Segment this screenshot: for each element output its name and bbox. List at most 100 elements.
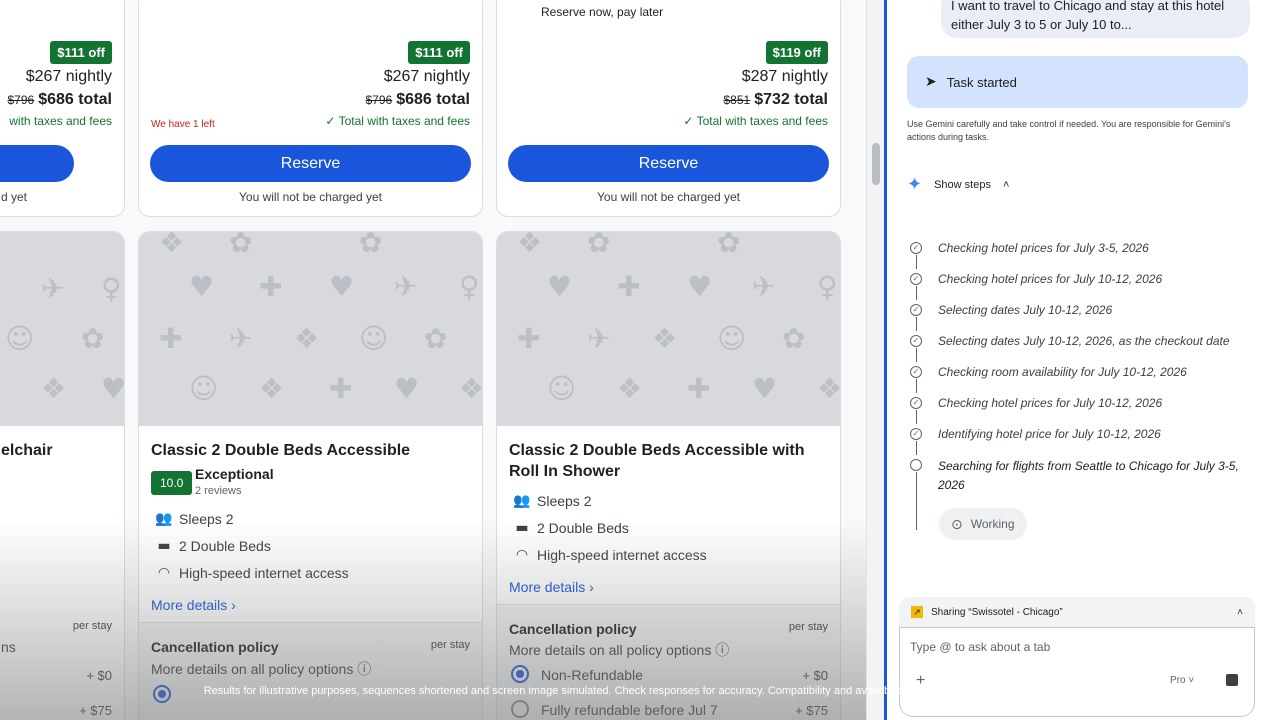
pin-icon: ♀ bbox=[101, 272, 122, 305]
old-total: $851 bbox=[723, 93, 751, 107]
option-price: + $75 bbox=[795, 703, 828, 718]
per-stay-label: per stay bbox=[788, 621, 828, 633]
option-price: + $75 bbox=[79, 703, 112, 718]
scrollbar-thumb[interactable] bbox=[872, 143, 880, 185]
cancellation-policy-section: Cancellation policy per stay More detail… bbox=[497, 604, 840, 720]
step-item: ✓ Checking room availability for July 10-… bbox=[907, 362, 1257, 393]
amenity-beds: ▬ 2 Double Beds bbox=[513, 520, 628, 536]
nightly-price: $267 nightly bbox=[25, 68, 112, 85]
total-price: $851 $732 total bbox=[723, 91, 828, 109]
chevron-up-icon[interactable]: ˄ bbox=[1237, 607, 1243, 618]
chevron-right-icon: › bbox=[231, 597, 236, 613]
disclaimer-note: Use Gemini carefully and take control if… bbox=[907, 119, 1231, 142]
rating-badge: 10.0 bbox=[151, 471, 193, 495]
info-icon: ⓘ bbox=[357, 661, 372, 677]
per-stay-label: per stay bbox=[72, 620, 112, 632]
rate-card-0: $111 off $267 nightly $796 $686 total wit… bbox=[0, 0, 125, 217]
task-status-card: ➤ Task started bbox=[907, 56, 1248, 108]
review-count: 2 reviews bbox=[195, 485, 242, 497]
more-details-link[interactable]: More details › bbox=[151, 597, 236, 613]
per-stay-label: per stay bbox=[430, 639, 470, 651]
total-price: $796 $686 total bbox=[365, 91, 470, 109]
show-steps-toggle[interactable]: ✦ Show steps ˄ bbox=[907, 174, 1009, 195]
check-icon: ✓ bbox=[910, 335, 922, 347]
not-charged-note: You will not be charged yet bbox=[239, 190, 382, 204]
heart-icon: ♥ bbox=[394, 372, 420, 405]
game-icon: ✚ bbox=[159, 322, 183, 355]
flower-icon: ✿ bbox=[359, 232, 383, 259]
grid-icon: ❖ bbox=[817, 372, 840, 405]
rating-label: Exceptional bbox=[195, 466, 274, 482]
policy-more-link[interactable]: More details on all policy options ⓘ bbox=[509, 640, 729, 660]
option-price: + $0 bbox=[86, 668, 112, 683]
smile-icon: ☺ bbox=[5, 322, 35, 355]
more-details-link[interactable]: More details › bbox=[509, 579, 594, 595]
room-card-2[interactable]: ❖ ✿ ✿ ♥ ✚ ♥ ✈ ♀ ✚ ✈ ❖ ☺ ✿ ☺ ❖ ✚ ♥ ❖ Clas… bbox=[496, 231, 841, 720]
option-label: Fully refundable before Jul 7 bbox=[541, 702, 718, 718]
room-title: Classic 2 Double Beds Accessible with Ro… bbox=[509, 442, 805, 480]
discount-badge: $111 off bbox=[50, 41, 112, 64]
prompt-input[interactable]: Type @ to ask about a tab + Pro ˅ bbox=[899, 627, 1255, 717]
cancellation-label: Cancellation policy bbox=[509, 621, 637, 637]
page-scrollbar[interactable] bbox=[866, 0, 886, 720]
game-icon: ❖ bbox=[294, 322, 320, 355]
gift-icon: ❖ bbox=[41, 372, 67, 405]
flower-icon: ✿ bbox=[717, 232, 741, 259]
reserve-button[interactable]: Reserve bbox=[508, 145, 829, 182]
room-image-placeholder: ❖ ✿ ✿ ♥ ✚ ♥ ✈ ♀ ✚ ✈ ❖ ☺ ✿ ☺ ❖ ✚ ♥ ❖ bbox=[497, 232, 840, 426]
room-card-0[interactable]: ✈ ♀ ☺ ✿ ❖ ♥ elchair per stay ns + $0 + $… bbox=[0, 231, 125, 720]
check-icon: ✓ bbox=[910, 273, 922, 285]
old-total: $796 bbox=[7, 93, 35, 107]
sharing-bar[interactable]: ↗ Sharing “Swissotel - Chicago” ˄ bbox=[899, 597, 1255, 627]
flower-icon: ✿ bbox=[81, 322, 105, 355]
flower-icon: ✿ bbox=[424, 322, 448, 355]
new-total: $686 total bbox=[396, 91, 470, 108]
reserve-button[interactable]: Reserve bbox=[150, 145, 471, 182]
cancellation-policy-section: Cancellation policy per stay More detail… bbox=[139, 622, 482, 720]
game-icon: ✚ bbox=[517, 322, 541, 355]
room-card-1[interactable]: ❖ ✿ ✿ ♥ ✚ ♥ ✈ ♀ ✚ ✈ ❖ ☺ ✿ ☺ ❖ ✚ ♥ ❖ Clas… bbox=[138, 231, 483, 720]
taxes-note: ✓ Total with taxes and fees bbox=[325, 114, 470, 128]
room-title: Classic 2 Double Beds Accessible bbox=[151, 442, 411, 459]
task-status-text: Task started bbox=[946, 74, 1017, 90]
check-icon: ✓ bbox=[910, 428, 922, 440]
heart-icon: ♥ bbox=[547, 270, 573, 303]
gift-icon: ✚ bbox=[687, 372, 711, 405]
option-radio-selected[interactable] bbox=[511, 665, 529, 683]
smile-icon: ☺ bbox=[359, 322, 389, 355]
check-icon: ✓ bbox=[910, 366, 922, 378]
discount-badge: $111 off bbox=[408, 41, 470, 64]
room-image-placeholder: ❖ ✿ ✿ ♥ ✚ ♥ ✈ ♀ ✚ ✈ ❖ ☺ ✿ ☺ ❖ ✚ ♥ ❖ bbox=[139, 232, 482, 426]
input-placeholder: Type @ to ask about a tab bbox=[910, 640, 1051, 654]
pin-icon: ♀ bbox=[459, 270, 480, 303]
amenity-sleeps: 👥 Sleeps 2 bbox=[155, 511, 234, 527]
smile-icon: ☺ bbox=[547, 372, 577, 405]
smile-icon: ☺ bbox=[717, 322, 747, 355]
plane-icon: ✈ bbox=[41, 272, 65, 305]
pending-circle-icon bbox=[910, 459, 922, 471]
chevron-right-icon: › bbox=[589, 579, 594, 595]
option-radio[interactable] bbox=[511, 700, 529, 718]
wifi-icon: ◠ bbox=[157, 565, 171, 581]
policy-more-link[interactable]: ns bbox=[1, 639, 16, 655]
taxes-note: ✓ Total with taxes and fees bbox=[683, 114, 828, 128]
new-total: $686 total bbox=[38, 91, 112, 108]
footer-disclaimer: Results for illustrative purposes, seque… bbox=[203, 685, 1077, 697]
option-label: Non-Refundable bbox=[541, 667, 643, 683]
plane-icon: ✈ bbox=[587, 322, 611, 355]
working-indicator: ⊙ Working bbox=[939, 508, 1027, 540]
gemini-sparkle-icon: ✦ bbox=[907, 174, 923, 195]
wifi-icon: ◠ bbox=[515, 547, 529, 563]
reserve-button[interactable] bbox=[0, 145, 74, 182]
plane-icon: ✈ bbox=[752, 270, 776, 303]
bed-icon: ▬ bbox=[515, 520, 529, 536]
task-steps-list: ✓ Checking hotel prices for July 3-5, 202… bbox=[907, 238, 1257, 530]
amenity-wifi: ◠ High-speed internet access bbox=[155, 565, 349, 581]
gift-icon: ✚ bbox=[329, 372, 353, 405]
reserve-later-note: Reserve now, pay later bbox=[541, 5, 664, 19]
cancellation-label: Cancellation policy bbox=[151, 639, 279, 655]
policy-more-link[interactable]: More details on all policy options ⓘ bbox=[151, 659, 371, 679]
plane-icon: ✈ bbox=[229, 322, 253, 355]
step-item: ✓ Checking hotel prices for July 3-5, 202… bbox=[907, 238, 1257, 269]
pin-icon: ♀ bbox=[817, 270, 838, 303]
